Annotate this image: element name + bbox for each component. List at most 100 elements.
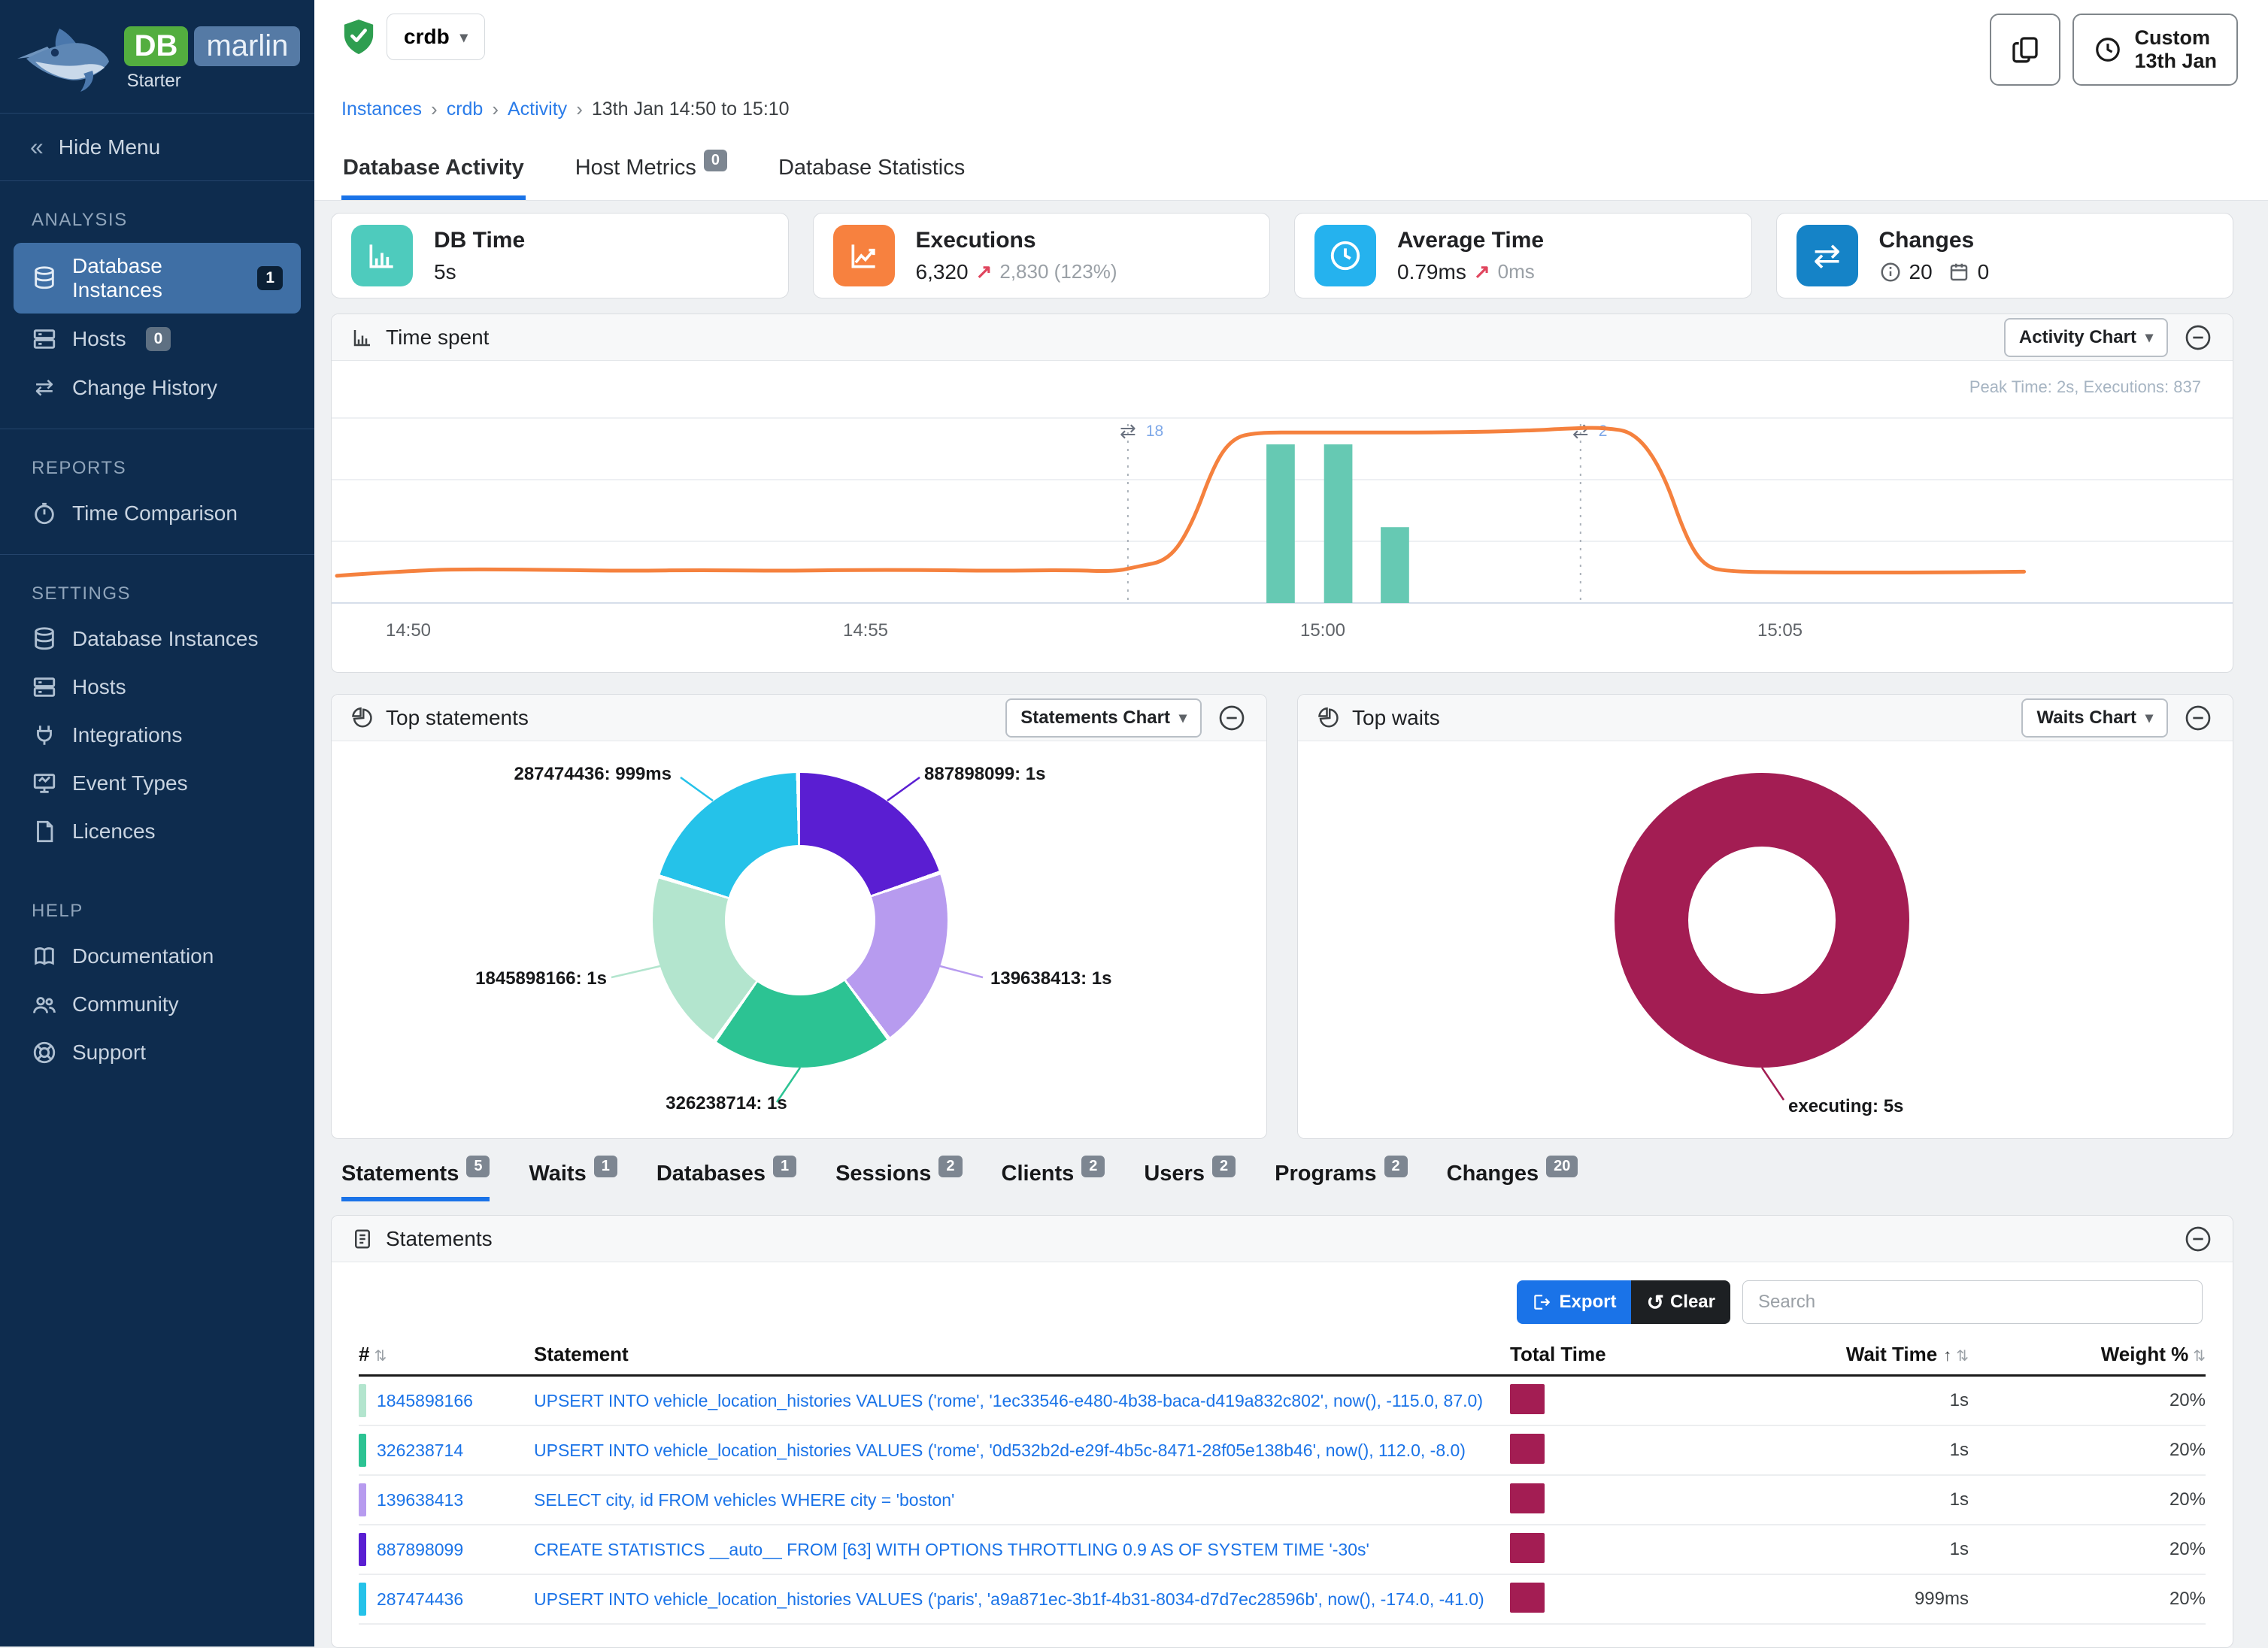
statement-color-bar	[359, 1533, 366, 1566]
export-button[interactable]: Export	[1517, 1280, 1631, 1324]
donut-hole	[725, 845, 875, 995]
sidebar-item-event-types[interactable]: Event Types	[0, 759, 314, 807]
weight-value: 20%	[1969, 1489, 2206, 1510]
sidebar-item-support[interactable]: Support	[0, 1028, 314, 1077]
tab-database-activity[interactable]: Database Activity	[341, 136, 526, 200]
statement-link[interactable]: UPSERT INTO vehicle_location_histories V…	[534, 1589, 1484, 1609]
sidebar-item-settings-database-instances[interactable]: Database Instances	[0, 615, 314, 663]
svg-text:⇄: ⇄	[1120, 420, 1136, 442]
collapse-panel-button[interactable]	[2183, 703, 2213, 733]
pie-chart-icon	[1317, 707, 1340, 729]
metric-cards: DB Time 5s Executions 6,320 ↗ 2,830 (123…	[331, 213, 2233, 298]
weight-value: 20%	[1969, 1390, 2206, 1411]
pie-chart-icon	[351, 707, 374, 729]
tab-waits[interactable]: Waits1	[529, 1162, 617, 1201]
instance-selector-button[interactable]: crdb ▾	[387, 14, 485, 60]
sidebar-item-time-comparison[interactable]: Time Comparison	[0, 489, 314, 538]
table-row: 287474436 UPSERT INTO vehicle_location_h…	[359, 1575, 2206, 1625]
copy-icon	[2010, 35, 2040, 65]
sidebar-item-hosts[interactable]: Hosts 0	[0, 315, 314, 363]
time-spent-chart[interactable]: ⇄18⇄214:5014:5515:0015:05 Peak Time: 2s,…	[332, 361, 2233, 672]
minus-circle-icon	[2183, 703, 2213, 733]
sidebar-item-database-instances[interactable]: Database Instances 1	[14, 243, 301, 314]
card-db-time: DB Time 5s	[331, 213, 789, 298]
chevron-down-icon: ▾	[2145, 708, 2153, 727]
clear-button[interactable]: ↺ Clear	[1631, 1280, 1730, 1324]
sidebar-item-change-history[interactable]: ⇄ Change History	[0, 363, 314, 412]
breadcrumb-activity[interactable]: Activity	[508, 98, 567, 120]
statement-link[interactable]: CREATE STATISTICS __auto__ FROM [63] WIT…	[534, 1540, 1369, 1559]
people-icon	[32, 992, 57, 1017]
statement-link[interactable]: UPSERT INTO vehicle_location_histories V…	[534, 1391, 1483, 1410]
tab-clients[interactable]: Clients2	[1002, 1162, 1105, 1201]
sidebar-item-settings-hosts[interactable]: Hosts	[0, 663, 314, 711]
statement-color-bar	[359, 1434, 366, 1467]
statement-id-link[interactable]: 326238714	[377, 1440, 463, 1461]
svg-text:14:50: 14:50	[386, 620, 431, 641]
tab-host-metrics[interactable]: Host Metrics 0	[574, 136, 729, 200]
time-range-button[interactable]: Custom 13th Jan	[2072, 14, 2238, 86]
total-time-bar	[1510, 1483, 1545, 1513]
activity-chart-select[interactable]: Activity Chart ▾	[2004, 318, 2168, 357]
statement-id-link[interactable]: 287474436	[377, 1589, 463, 1610]
wait-time-value: 999ms	[1758, 1589, 1969, 1610]
top-waits-panel: Top waits Waits Chart ▾	[1297, 694, 2233, 1139]
search-input[interactable]	[1742, 1280, 2203, 1324]
book-icon	[32, 944, 57, 969]
statement-color-bar	[359, 1483, 366, 1516]
tab-databases[interactable]: Databases1	[656, 1162, 796, 1201]
column-header-weight[interactable]: Weight %⇅	[1969, 1343, 2206, 1366]
peak-annotation: Peak Time: 2s, Executions: 837	[1969, 377, 2201, 397]
sidebar-item-integrations[interactable]: Integrations	[0, 711, 314, 759]
column-header-statement[interactable]: Statement	[534, 1343, 1510, 1366]
tab-database-statistics[interactable]: Database Statistics	[777, 136, 966, 200]
tab-statements[interactable]: Statements5	[341, 1162, 490, 1201]
hosts-count-badge: 0	[146, 327, 171, 351]
breadcrumb: Instances › crdb › Activity › 13th Jan 1…	[341, 86, 2238, 136]
tab-users[interactable]: Users2	[1144, 1162, 1236, 1201]
tab-sessions[interactable]: Sessions2	[835, 1162, 962, 1201]
hide-menu-button[interactable]: « Hide Menu	[0, 114, 314, 180]
average-time-value: 0.79ms	[1397, 260, 1466, 284]
collapse-panel-button[interactable]	[2183, 1224, 2213, 1254]
collapse-panel-button[interactable]	[2183, 323, 2213, 353]
card-changes: ⇄ Changes 20 0	[1776, 213, 2234, 298]
breadcrumb-separator: ›	[576, 98, 583, 121]
marlin-fish-icon	[14, 20, 120, 98]
changes-badge: 20	[1546, 1156, 1578, 1177]
column-header-id[interactable]: #⇅	[359, 1343, 534, 1366]
statement-link[interactable]: SELECT city, id FROM vehicles WHERE city…	[534, 1490, 954, 1510]
breadcrumb-crdb[interactable]: crdb	[447, 98, 484, 120]
wait-time-value: 1s	[1758, 1440, 1969, 1461]
licence-icon	[32, 819, 57, 844]
statements-chart-select[interactable]: Statements Chart ▾	[1005, 698, 1202, 738]
waits-chart-select[interactable]: Waits Chart ▾	[2021, 698, 2168, 738]
tab-changes[interactable]: Changes20	[1447, 1162, 1578, 1201]
changes-info-count: 20	[1909, 260, 1933, 284]
sidebar-item-community[interactable]: Community	[0, 980, 314, 1028]
statement-id-link[interactable]: 139638413	[377, 1490, 463, 1510]
column-header-wait-time[interactable]: Wait Time↑⇅	[1758, 1343, 1969, 1366]
waits-donut[interactable]	[1615, 773, 1909, 1068]
weight-value: 20%	[1969, 1440, 2206, 1461]
sidebar-item-licences[interactable]: Licences	[0, 807, 314, 856]
copy-link-button[interactable]	[1990, 14, 2060, 86]
activity-chart-canvas: ⇄18⇄214:5014:5515:0015:05	[332, 361, 2233, 662]
collapse-panel-button[interactable]	[1217, 703, 1247, 733]
table-toolbar: Export ↺ Clear	[332, 1262, 2233, 1334]
sidebar: DB marlin Starter « Hide Menu ANALYSIS D…	[0, 0, 314, 1646]
chevrons-left-icon: «	[30, 133, 44, 161]
time-spent-panel: Time spent Activity Chart ▾ ⇄18⇄214:5014…	[331, 314, 2233, 673]
statement-link[interactable]: UPSERT INTO vehicle_location_histories V…	[534, 1440, 1466, 1460]
breadcrumb-instances[interactable]: Instances	[341, 98, 422, 120]
column-header-total-time[interactable]: Total Time	[1510, 1343, 1758, 1366]
tab-programs[interactable]: Programs2	[1275, 1162, 1408, 1201]
statements-donut[interactable]	[653, 773, 948, 1068]
statement-id-link[interactable]: 1845898166	[377, 1391, 473, 1411]
clients-badge: 2	[1081, 1156, 1105, 1177]
statements-donut-chart: 887898099: 1s 139638413: 1s 326238714: 1…	[332, 741, 1266, 1138]
statement-id-link[interactable]: 887898099	[377, 1540, 463, 1560]
panel-title: Time spent	[386, 326, 489, 350]
sidebar-item-documentation[interactable]: Documentation	[0, 932, 314, 980]
panel-title: Top waits	[1352, 706, 1440, 730]
